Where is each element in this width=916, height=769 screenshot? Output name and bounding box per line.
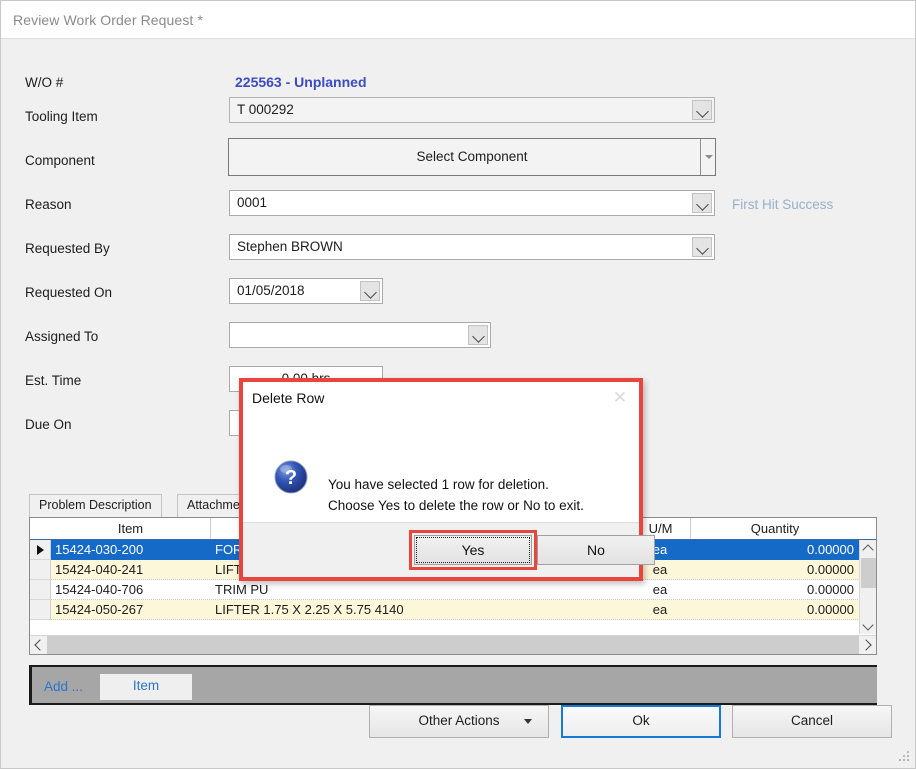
calendar-chevron-icon[interactable] (360, 281, 380, 301)
cancel-button[interactable]: Cancel (732, 705, 892, 738)
component-dropdown-icon[interactable] (700, 139, 715, 175)
scroll-left-icon[interactable] (30, 636, 47, 654)
reason-combo[interactable]: 0001 (229, 190, 715, 216)
dialog-message-line1: You have selected 1 row for deletion. (328, 477, 549, 492)
chevron-down-icon[interactable] (692, 237, 712, 257)
value-wo-number: 225563 - Unplanned (235, 74, 367, 90)
scroll-up-icon[interactable] (860, 540, 876, 557)
cell-uom: ea (652, 602, 668, 617)
resize-grip-icon[interactable] (897, 751, 911, 765)
grid-horizontal-scrollbar[interactable] (30, 635, 876, 654)
label-assigned-to: Assigned To (25, 329, 99, 344)
table-row[interactable]: 15424-040-706 TRIM PU ea 0.00000 (30, 580, 876, 600)
cell-item: 15424-030-200 (55, 542, 144, 557)
ok-button[interactable]: Ok (561, 705, 721, 738)
dialog-content: ? You have selected 1 row for deletion. … (243, 412, 639, 522)
delete-row-dialog: Delete Row ✕ ? You have selected 1 row f… (239, 378, 655, 581)
grid-vertical-scrollbar[interactable] (859, 540, 876, 634)
dialog-button-bar: Yes No (243, 522, 655, 577)
reason-value: 0001 (237, 195, 268, 210)
cell-quantity: 0.00000 (807, 582, 854, 597)
current-row-arrow-icon (37, 545, 44, 555)
tooling-item-value: T 000292 (237, 102, 294, 117)
grid-col-item[interactable]: Item (51, 518, 211, 539)
svg-text:?: ? (285, 467, 297, 489)
requested-by-value: Stephen BROWN (237, 239, 343, 254)
vscroll-thumb[interactable] (861, 558, 876, 588)
row-header[interactable] (30, 540, 51, 560)
cell-description: TRIM PU (215, 582, 269, 597)
label-tooling-item: Tooling Item (25, 109, 98, 124)
question-icon: ? (274, 460, 308, 494)
tab-problem-description[interactable]: Problem Description (29, 494, 162, 517)
cell-quantity: 0.00000 (807, 542, 854, 557)
ok-label: Ok (632, 713, 650, 728)
other-actions-label: Other Actions (418, 713, 500, 728)
cancel-label: Cancel (790, 713, 834, 728)
first-hit-success-hint: First Hit Success (732, 197, 834, 212)
component-placeholder: Select Component (416, 149, 528, 164)
dialog-message: You have selected 1 row for deletion. Ch… (328, 474, 584, 516)
yes-button[interactable]: Yes (414, 535, 532, 565)
chevron-down-icon[interactable] (692, 193, 712, 213)
scroll-right-icon[interactable] (859, 636, 876, 654)
work-order-window: Review Work Order Request * W/O # 225563… (0, 0, 916, 769)
scroll-down-icon[interactable] (860, 617, 876, 634)
other-actions-button[interactable]: Other Actions (369, 705, 549, 738)
requested-on-value: 01/05/2018 (237, 283, 305, 298)
grid-col-quantity[interactable]: Quantity (691, 518, 859, 539)
cell-item: 15424-040-241 (55, 562, 144, 577)
close-icon[interactable]: ✕ (609, 389, 631, 407)
cell-item: 15424-050-267 (55, 602, 144, 617)
dialog-message-line2: Choose Yes to delete the row or No to ex… (328, 498, 584, 513)
hscroll-thumb[interactable] (47, 636, 859, 654)
chevron-down-icon (524, 719, 532, 724)
table-row[interactable]: 15424-050-267 LIFTER 1.75 X 2.25 X 5.75 … (30, 600, 876, 620)
window-title: Review Work Order Request * (13, 12, 203, 28)
chevron-down-icon[interactable] (468, 325, 488, 345)
label-component: Component (25, 153, 95, 168)
label-due-on: Due On (25, 417, 72, 432)
cell-description: LIFTER 1.75 X 2.25 X 5.75 4140 (215, 602, 404, 617)
label-wo-number: W/O # (25, 75, 64, 90)
tooling-item-combo[interactable]: T 000292 (229, 97, 715, 123)
requested-on-datepicker[interactable]: 01/05/2018 (229, 278, 383, 304)
chevron-down-icon[interactable] (692, 100, 712, 120)
label-requested-by: Requested By (25, 241, 110, 256)
cell-uom: ea (652, 582, 668, 597)
dialog-title: Delete Row (252, 390, 325, 406)
cell-quantity: 0.00000 (807, 602, 854, 617)
cell-item: 15424-040-706 (55, 582, 144, 597)
label-reason: Reason (25, 197, 72, 212)
row-divider (51, 619, 876, 620)
window-titlebar: Review Work Order Request * (1, 1, 915, 39)
assigned-to-combo[interactable] (229, 322, 491, 348)
cell-quantity: 0.00000 (807, 562, 854, 577)
add-item-button[interactable]: Item (100, 674, 192, 700)
no-button[interactable]: No (537, 535, 655, 565)
add-label: Add ... (44, 679, 84, 694)
row-header[interactable] (30, 580, 51, 600)
component-selector[interactable]: Select Component (228, 138, 716, 176)
label-requested-on: Requested On (25, 285, 113, 300)
requested-by-combo[interactable]: Stephen BROWN (229, 234, 715, 260)
label-est-time: Est. Time (25, 373, 82, 388)
row-header[interactable] (30, 560, 51, 580)
add-toolbar: Add ... Item (29, 665, 877, 705)
row-header[interactable] (30, 600, 51, 620)
